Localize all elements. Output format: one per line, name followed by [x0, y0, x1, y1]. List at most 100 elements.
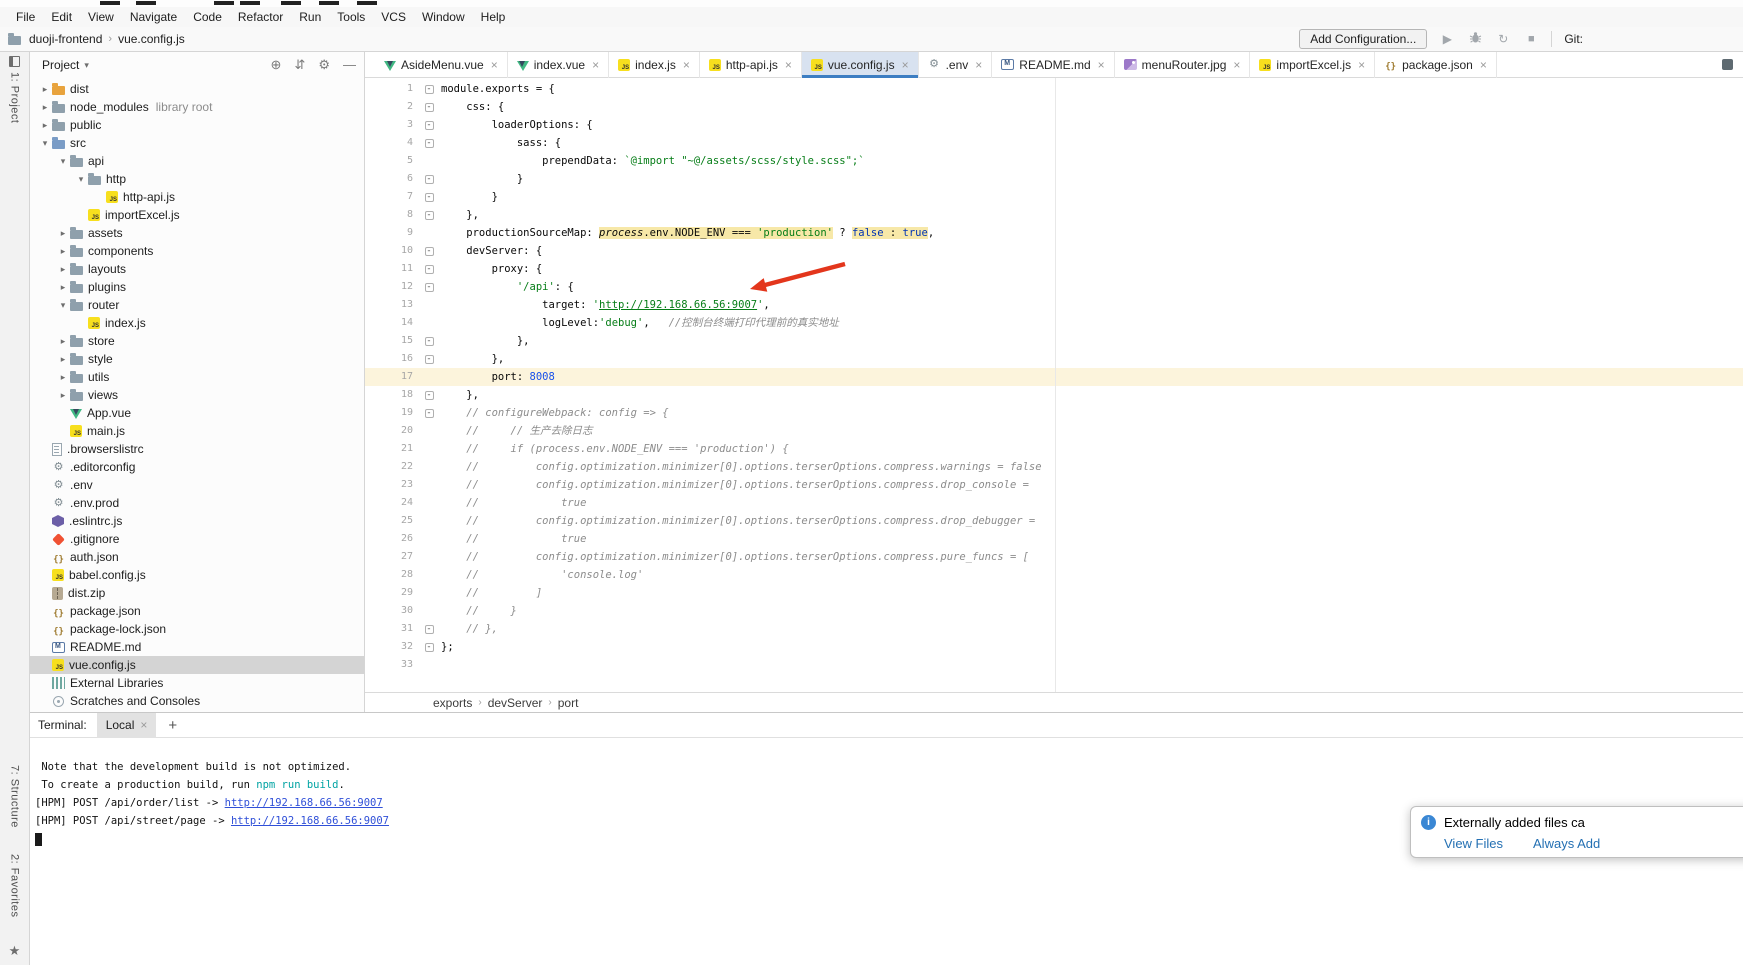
code-line[interactable]: 27 // config.optimization.minimizer[0].o… — [365, 548, 1743, 566]
close-icon[interactable]: × — [592, 58, 599, 72]
tree-item-index-js[interactable]: index.js — [30, 314, 364, 332]
tree-item-node-modules[interactable]: ▸node_moduleslibrary root — [30, 98, 364, 116]
code-line[interactable]: 17 port: 8008 — [365, 368, 1743, 386]
chevron-right-icon[interactable]: ▸ — [56, 390, 70, 401]
profiler-icon[interactable]: ↻ — [1495, 32, 1511, 46]
code-line[interactable]: 18- }, — [365, 386, 1743, 404]
terminal-link[interactable]: http://192.168.66.56:9007 — [225, 797, 383, 809]
code-line[interactable]: 11- proxy: { — [365, 260, 1743, 278]
code-line[interactable]: 5 prependData: `@import "~@/assets/scss/… — [365, 152, 1743, 170]
code-line[interactable]: 13 target: 'http://192.168.66.56:9007', — [365, 296, 1743, 314]
tree-item-style[interactable]: ▸style — [30, 350, 364, 368]
tab-options-icon[interactable] — [1722, 59, 1733, 70]
tree-item-views[interactable]: ▸views — [30, 386, 364, 404]
stop-icon[interactable]: ■ — [1523, 33, 1539, 45]
chevron-right-icon[interactable]: ▸ — [56, 372, 70, 383]
fold-icon[interactable]: - — [417, 170, 441, 188]
tree-item-readme-md[interactable]: README.md — [30, 638, 364, 656]
terminal-cursor[interactable] — [35, 833, 42, 846]
code-line[interactable]: 2- css: { — [365, 98, 1743, 116]
code-line[interactable]: 4- sass: { — [365, 134, 1743, 152]
new-terminal-icon[interactable]: + — [168, 717, 177, 734]
stripe-tab-favorites[interactable]: 2: Favorites — [9, 854, 21, 917]
close-icon[interactable]: × — [785, 58, 792, 72]
tree-item-src[interactable]: ▾src — [30, 134, 364, 152]
debug-bug-icon[interactable] — [1467, 31, 1483, 47]
tree-item-vue-config-js[interactable]: vue.config.js — [30, 656, 364, 674]
tree-item-store[interactable]: ▸store — [30, 332, 364, 350]
chevron-down-icon[interactable]: ▾ — [56, 156, 70, 167]
code-line[interactable]: 14 logLevel:'debug', //控制台终端打印代理前的真实地址 — [365, 314, 1743, 332]
add-configuration-button[interactable]: Add Configuration... — [1299, 29, 1427, 49]
editor-tab-vue-config-js[interactable]: vue.config.js× — [802, 52, 919, 78]
code-line[interactable]: 10- devServer: { — [365, 242, 1743, 260]
fold-icon[interactable]: - — [417, 188, 441, 206]
fold-icon[interactable]: - — [417, 206, 441, 224]
hide-panel-icon[interactable]: — — [343, 57, 356, 73]
editor-tab-http-api-js[interactable]: http-api.js× — [700, 52, 802, 78]
fold-icon[interactable]: - — [417, 242, 441, 260]
menu-item-run[interactable]: Run — [291, 10, 329, 24]
fold-icon[interactable]: - — [417, 134, 441, 152]
fold-icon[interactable]: - — [417, 386, 441, 404]
tree-item-public[interactable]: ▸public — [30, 116, 364, 134]
menu-item-edit[interactable]: Edit — [43, 10, 80, 24]
code-line[interactable]: 21 // if (process.env.NODE_ENV === 'prod… — [365, 440, 1743, 458]
menu-item-code[interactable]: Code — [185, 10, 230, 24]
breadcrumb-exports[interactable]: exports — [433, 696, 472, 710]
code-line[interactable]: 23 // config.optimization.minimizer[0].o… — [365, 476, 1743, 494]
code-line[interactable]: 28 // 'console.log' — [365, 566, 1743, 584]
chevron-down-icon[interactable]: ▾ — [84, 60, 89, 71]
tree-item-package-lock-json[interactable]: package-lock.json — [30, 620, 364, 638]
terminal-title[interactable]: Terminal: — [38, 718, 87, 732]
code-line[interactable]: 7- } — [365, 188, 1743, 206]
code-line[interactable]: 32-}; — [365, 638, 1743, 656]
code-line[interactable]: 15- }, — [365, 332, 1743, 350]
close-icon[interactable]: × — [140, 718, 147, 732]
always-add-link[interactable]: Always Add — [1533, 836, 1600, 851]
menu-item-help[interactable]: Help — [473, 10, 514, 24]
terminal-link[interactable]: http://192.168.66.56:9007 — [231, 815, 389, 827]
tree-item-plugins[interactable]: ▸plugins — [30, 278, 364, 296]
chevron-right-icon[interactable]: ▸ — [56, 264, 70, 275]
chevron-right-icon[interactable]: ▸ — [56, 336, 70, 347]
menu-item-window[interactable]: Window — [414, 10, 473, 24]
code-line[interactable]: 8- }, — [365, 206, 1743, 224]
tree-item-components[interactable]: ▸components — [30, 242, 364, 260]
editor-tab-env[interactable]: .env× — [919, 52, 993, 78]
fold-icon[interactable]: - — [417, 278, 441, 296]
project-toolwindow-icon[interactable] — [9, 56, 20, 67]
menu-item-file[interactable]: File — [8, 10, 43, 24]
chevron-down-icon[interactable]: ▾ — [74, 174, 88, 185]
favorites-star-icon[interactable]: ★ — [9, 943, 21, 959]
project-panel-title[interactable]: Project — [42, 58, 79, 72]
close-icon[interactable]: × — [683, 58, 690, 72]
tree-item-app-vue[interactable]: App.vue — [30, 404, 364, 422]
editor-tab-index-vue[interactable]: index.vue× — [508, 52, 609, 78]
locate-file-icon[interactable]: ⊕ — [271, 57, 282, 73]
stripe-tab-structure[interactable]: 7: Structure — [9, 765, 21, 828]
editor-tab-importexcel-js[interactable]: importExcel.js× — [1250, 52, 1375, 78]
code-editor[interactable]: 1-module.exports = {2- css: {3- loaderOp… — [365, 78, 1743, 692]
menu-item-vcs[interactable]: VCS — [373, 10, 414, 24]
fold-icon[interactable]: - — [417, 80, 441, 98]
close-icon[interactable]: × — [1098, 58, 1105, 72]
close-icon[interactable]: × — [1358, 58, 1365, 72]
menu-item-navigate[interactable]: Navigate — [122, 10, 185, 24]
tree-item-env[interactable]: .env — [30, 476, 364, 494]
code-line[interactable]: 19- // configureWebpack: config => { — [365, 404, 1743, 422]
editor-tab-readme-md[interactable]: README.md× — [992, 52, 1114, 78]
fold-icon[interactable]: - — [417, 350, 441, 368]
git-label[interactable]: Git: — [1564, 32, 1583, 46]
tree-item-assets[interactable]: ▸assets — [30, 224, 364, 242]
code-line[interactable]: 9 productionSourceMap: process.env.NODE_… — [365, 224, 1743, 242]
fold-icon[interactable]: - — [417, 332, 441, 350]
tree-item-eslintrc-js[interactable]: .eslintrc.js — [30, 512, 364, 530]
close-icon[interactable]: × — [1233, 58, 1240, 72]
close-icon[interactable]: × — [1480, 58, 1487, 72]
breadcrumb-devserver[interactable]: devServer — [488, 696, 543, 710]
code-line[interactable]: 24 // true — [365, 494, 1743, 512]
chevron-right-icon[interactable]: ▸ — [38, 120, 52, 131]
code-line[interactable]: 31- // }, — [365, 620, 1743, 638]
tree-item-http-api-js[interactable]: http-api.js — [30, 188, 364, 206]
